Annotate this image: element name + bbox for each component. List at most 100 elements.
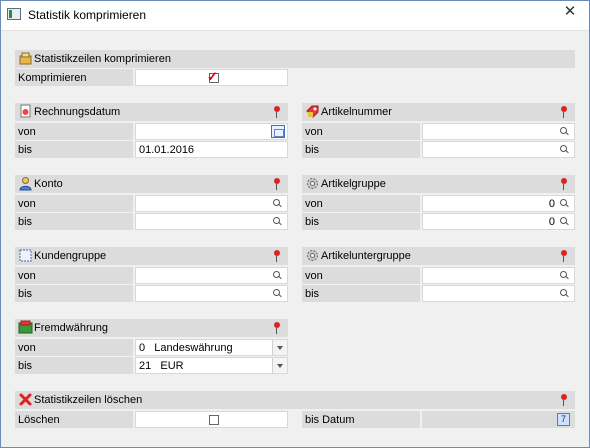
konto-von-label: von xyxy=(15,195,133,212)
rechnungsdatum-bis-label: bis xyxy=(15,141,133,158)
artikelgruppe-von-field[interactable]: 0 xyxy=(422,195,575,212)
compress-field: ✓ xyxy=(135,69,288,86)
rechnungsdatum-bis-value: 01.01.2016 xyxy=(139,144,195,156)
rechnungsdatum-section: Rechnungsdatum von bis 01.01.2016 xyxy=(15,103,288,159)
chevron-down-icon[interactable] xyxy=(272,340,287,355)
artikeluntergruppe-bis-field[interactable] xyxy=(422,285,575,302)
calendar-icon[interactable] xyxy=(271,125,285,138)
search-icon[interactable] xyxy=(560,289,570,299)
bis-datum-row: bis Datum 7 xyxy=(302,411,575,428)
gear-icon xyxy=(307,250,318,261)
artikelnummer-bis-row: bis xyxy=(302,141,575,158)
artikelnummer-header: Artikelnummer xyxy=(302,103,575,121)
pin-icon[interactable] xyxy=(559,394,569,407)
search-icon[interactable] xyxy=(560,217,570,227)
kundengruppe-section: Kundengruppe von bis xyxy=(15,247,288,303)
artikelnummer-bis-field[interactable] xyxy=(422,141,575,158)
konto-bis-row: bis xyxy=(15,213,288,230)
delete-row: Löschen xyxy=(15,411,288,428)
search-icon[interactable] xyxy=(273,199,283,209)
pin-icon[interactable] xyxy=(559,250,569,263)
search-icon[interactable] xyxy=(560,145,570,155)
artikelgruppe-section: Artikelgruppe von 0 bis 0 xyxy=(302,175,575,231)
artikeluntergruppe-label: Artikeluntergruppe xyxy=(321,250,411,262)
window-title: Statistik komprimieren xyxy=(28,8,147,22)
artikelgruppe-bis-value: 0 xyxy=(548,216,555,228)
artikeluntergruppe-header: Artikeluntergruppe xyxy=(302,247,575,265)
pin-icon[interactable] xyxy=(272,250,282,263)
search-icon[interactable] xyxy=(273,289,283,299)
fremdwaehrung-header: Fremdwährung xyxy=(15,319,288,337)
bis-datum-field[interactable]: 7 xyxy=(422,411,575,428)
close-button[interactable]: ✕ xyxy=(559,3,581,23)
delete-icon xyxy=(19,393,32,406)
artikelgruppe-von-row: von 0 xyxy=(302,195,575,212)
artikelnummer-label: Artikelnummer xyxy=(321,106,392,118)
artikelgruppe-bis-field[interactable]: 0 xyxy=(422,213,575,230)
checkmark-icon: ✓ xyxy=(207,69,218,84)
fremdwaehrung-von-select[interactable]: 0 Landeswährung xyxy=(135,339,288,356)
konto-header: Konto xyxy=(15,175,288,193)
artikeluntergruppe-von-row: von xyxy=(302,267,575,284)
kundengruppe-bis-field[interactable] xyxy=(135,285,288,302)
kundengruppe-von-row: von xyxy=(15,267,288,284)
fremdwaehrung-bis-value: 21 EUR xyxy=(139,360,184,372)
konto-von-field[interactable] xyxy=(135,195,288,212)
fremdwaehrung-bis-select[interactable]: 21 EUR xyxy=(135,357,288,374)
kundengruppe-bis-row: bis xyxy=(15,285,288,302)
compress-section: Statistikzeilen komprimieren Komprimiere… xyxy=(15,50,575,90)
gear-icon xyxy=(307,178,318,189)
kundengruppe-von-field[interactable] xyxy=(135,267,288,284)
search-icon[interactable] xyxy=(273,217,283,227)
compress-header: Statistikzeilen komprimieren xyxy=(15,50,575,68)
title-bar: Statistik komprimieren ✕ xyxy=(1,1,589,31)
search-icon[interactable] xyxy=(560,127,570,137)
artikelnummer-von-row: von xyxy=(302,123,575,140)
fremdwaehrung-section: Fremdwährung von 0 Landeswährung bis 21 … xyxy=(15,319,288,375)
group-icon xyxy=(19,249,32,262)
calendar-icon[interactable]: 7 xyxy=(557,413,570,426)
rechnungsdatum-label: Rechnungsdatum xyxy=(34,106,121,118)
artikeluntergruppe-section: Artikeluntergruppe von bis xyxy=(302,247,575,303)
konto-section: Konto von bis xyxy=(15,175,288,231)
search-icon[interactable] xyxy=(560,271,570,281)
kundengruppe-bis-label: bis xyxy=(15,285,133,302)
pin-icon[interactable] xyxy=(272,322,282,335)
search-icon[interactable] xyxy=(560,199,570,209)
fremdwaehrung-von-value: 0 Landeswährung xyxy=(139,342,233,354)
currency-icon xyxy=(18,320,33,334)
konto-von-row: von xyxy=(15,195,288,212)
delete-header: Statistikzeilen löschen xyxy=(15,391,575,409)
delete-field xyxy=(135,411,288,428)
rechnungsdatum-von-row: von xyxy=(15,123,288,140)
pin-icon[interactable] xyxy=(559,106,569,119)
rechnungsdatum-von-field[interactable] xyxy=(135,123,288,140)
rechnungsdatum-bis-field[interactable]: 01.01.2016 xyxy=(135,141,288,158)
fremdwaehrung-bis-label: bis xyxy=(15,357,133,374)
pin-icon[interactable] xyxy=(272,178,282,191)
rechnungsdatum-header: Rechnungsdatum xyxy=(15,103,288,121)
artikeluntergruppe-von-field[interactable] xyxy=(422,267,575,284)
fremdwaehrung-label: Fremdwährung xyxy=(34,322,108,334)
fremdwaehrung-bis-row: bis 21 EUR xyxy=(15,357,288,374)
article-icon xyxy=(306,105,319,118)
invoice-icon xyxy=(20,104,31,118)
user-icon xyxy=(19,177,32,191)
chevron-down-icon[interactable] xyxy=(272,358,287,373)
artikeluntergruppe-von-label: von xyxy=(302,267,420,284)
artikeluntergruppe-bis-row: bis xyxy=(302,285,575,302)
artikelnummer-von-field[interactable] xyxy=(422,123,575,140)
delete-checkbox[interactable] xyxy=(209,415,219,425)
artikelnummer-von-label: von xyxy=(302,123,420,140)
artikelgruppe-von-label: von xyxy=(302,195,420,212)
pin-icon[interactable] xyxy=(272,106,282,119)
search-icon[interactable] xyxy=(273,271,283,281)
konto-bis-field[interactable] xyxy=(135,213,288,230)
delete-header-label: Statistikzeilen löschen xyxy=(34,394,143,406)
app-icon xyxy=(7,8,21,20)
compress-icon xyxy=(19,52,32,65)
artikelgruppe-bis-label: bis xyxy=(302,213,420,230)
artikelgruppe-bis-row: bis 0 xyxy=(302,213,575,230)
pin-icon[interactable] xyxy=(559,178,569,191)
artikelgruppe-label: Artikelgruppe xyxy=(321,178,386,190)
